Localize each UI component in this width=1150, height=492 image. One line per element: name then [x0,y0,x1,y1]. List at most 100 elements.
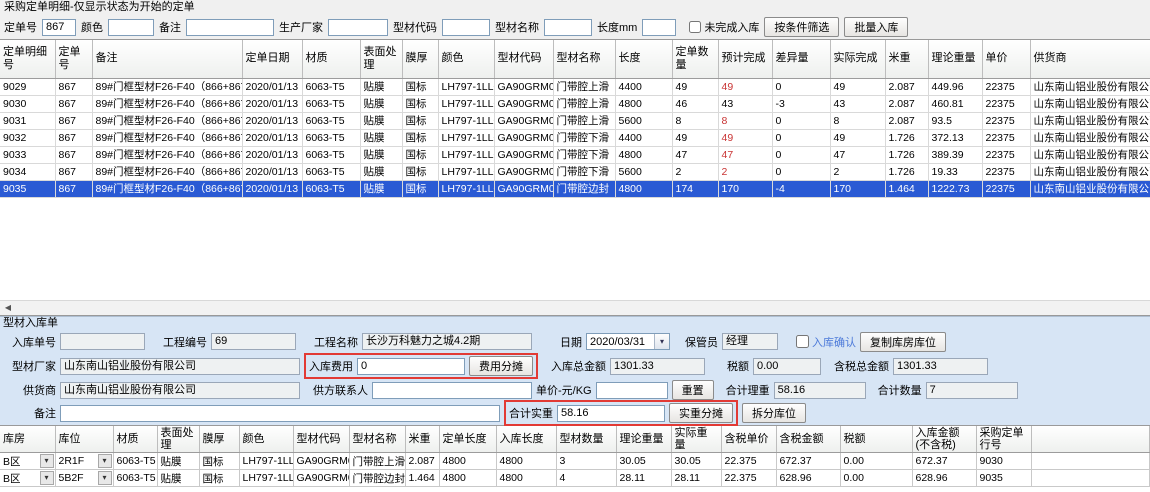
dropdown-arrow-icon[interactable]: ▾ [40,471,54,485]
order-cell: 0 [772,78,830,95]
order-cell: 1222.73 [928,180,982,197]
warehouse-cell[interactable]: 5B2F▾ [55,470,113,487]
warehouse-row[interactable]: B区▾5B2F▾6063-T5贴膜国标LH797-1LL0GA90GRM05门带… [0,470,1150,487]
fee-highlight-box: 入库费用 费用分摊 [304,353,538,379]
profile-name-input[interactable] [544,19,592,36]
warehouse-cell: 3 [556,453,616,470]
column-header[interactable]: 税额 [840,426,912,453]
column-header[interactable]: 理论重量 [928,40,982,78]
column-header[interactable]: 含税金额 [776,426,840,453]
warehouse-row[interactable]: B区▾2R1F▾6063-T5贴膜国标LH797-1LL0GA90GRM03门带… [0,453,1150,470]
order-row[interactable]: 903186789#门框型材F26-F40（866+867）2020/01/13… [0,112,1150,129]
column-header[interactable]: 理论重量 [616,426,671,453]
column-header[interactable]: 定单明细号 [0,40,55,78]
column-header[interactable]: 长度 [615,40,672,78]
warehouse-cell: 30.05 [616,453,671,470]
column-header[interactable]: 库位 [55,426,113,453]
inbound-remark-input[interactable] [60,405,500,422]
column-header[interactable]: 型材数量 [556,426,616,453]
column-header[interactable]: 表面处理 [157,426,199,453]
order-cell: GA90GRM04 [494,163,553,180]
order-row[interactable]: 903286789#门框型材F26-F40（866+867）2020/01/13… [0,129,1150,146]
column-header[interactable]: 备注 [92,40,242,78]
dropdown-arrow-icon[interactable]: ▾ [98,471,112,485]
profile-code-input[interactable] [442,19,490,36]
inbound-confirm-checkbox[interactable] [796,335,809,348]
remark-input[interactable] [186,19,274,36]
date-input[interactable]: 2020/03/31 ▾ [586,333,670,350]
column-header[interactable]: 型材代码 [293,426,349,453]
column-header[interactable]: 库房 [0,426,55,453]
column-header[interactable]: 材质 [113,426,157,453]
column-header[interactable]: 定单长度 [439,426,496,453]
color-input[interactable] [108,19,154,36]
fee-share-button[interactable]: 费用分摊 [469,356,533,376]
order-cell: 4800 [615,146,672,163]
filter-by-condition-button[interactable]: 按条件筛选 [764,17,839,37]
order-row[interactable]: 903486789#门框型材F26-F40（866+867）2020/01/13… [0,163,1150,180]
order-cell: 2.087 [885,78,928,95]
order-cell: 4400 [615,129,672,146]
unit-price-input[interactable] [596,382,668,399]
order-cell: 4400 [615,78,672,95]
fee-input[interactable] [357,358,465,375]
scroll-left-arrow-icon[interactable]: ◀ [0,301,16,315]
column-header[interactable]: 颜色 [438,40,494,78]
total-qty-label: 合计数量 [870,382,922,398]
column-header[interactable]: 含税单价 [721,426,776,453]
horizontal-scrollbar[interactable]: ◀ [0,300,1150,315]
warehouse-cell[interactable]: 2R1F▾ [55,453,113,470]
order-cell: 国标 [402,129,438,146]
column-header[interactable]: 膜厚 [199,426,239,453]
column-header[interactable]: 米重 [885,40,928,78]
warehouse-cell[interactable]: B区▾ [0,453,55,470]
column-header[interactable]: 型材名称 [349,426,405,453]
column-header[interactable]: 入库金额(不含税) [912,426,976,453]
order-row[interactable]: 903086789#门框型材F26-F40（866+867）2020/01/13… [0,95,1150,112]
dropdown-arrow-icon[interactable]: ▾ [98,454,112,468]
filter-bar: 定单号 颜色 备注 生产厂家 型材代码 型材名称 长度mm 未完成入库 按条件筛… [0,15,1150,39]
column-header[interactable]: 单价 [982,40,1030,78]
column-header[interactable]: 入库长度 [496,426,556,453]
column-header[interactable]: 预计完成 [718,40,772,78]
length-input[interactable] [642,19,676,36]
column-header[interactable]: 实际重量 [671,426,721,453]
manufacturer-input[interactable] [328,19,388,36]
unfinished-checkbox[interactable] [689,21,701,33]
warehouse-cell: 2.087 [405,453,439,470]
column-header[interactable]: 颜色 [239,426,293,453]
order-cell: 8 [718,112,772,129]
actual-weight-input[interactable] [557,405,665,422]
order-cell: 4800 [615,95,672,112]
column-header[interactable]: 定单数量 [672,40,718,78]
order-no-input[interactable] [42,19,76,36]
supplier-contact-input[interactable] [372,382,532,399]
weight-share-button[interactable]: 实重分摊 [669,403,733,423]
column-header[interactable]: 表面处理 [360,40,402,78]
reset-button[interactable]: 重置 [672,380,714,400]
order-row[interactable]: 902986789#门框型材F26-F40（866+867）2020/01/13… [0,78,1150,95]
column-header[interactable]: 型材代码 [494,40,553,78]
copy-warehouse-location-button[interactable]: 复制库房库位 [860,332,946,352]
column-header[interactable]: 实际完成 [830,40,885,78]
order-cell: 93.5 [928,112,982,129]
batch-inbound-button[interactable]: 批量入库 [844,17,908,37]
warehouse-cell: LH797-1LL0 [239,470,293,487]
split-location-button[interactable]: 拆分库位 [742,403,806,423]
dropdown-arrow-icon[interactable]: ▾ [40,454,54,468]
order-row[interactable]: 903386789#门框型材F26-F40（866+867）2020/01/13… [0,146,1150,163]
warehouse-cell: 国标 [199,470,239,487]
warehouse-cell: 22.375 [721,453,776,470]
column-header[interactable]: 定单日期 [242,40,302,78]
column-header[interactable]: 米重 [405,426,439,453]
warehouse-cell[interactable]: B区▾ [0,470,55,487]
column-header[interactable]: 定单号 [55,40,92,78]
order-row[interactable]: 903586789#门框型材F26-F40（866+867）2020/01/13… [0,180,1150,197]
column-header[interactable]: 材质 [302,40,360,78]
column-header[interactable]: 差异量 [772,40,830,78]
column-header[interactable]: 膜厚 [402,40,438,78]
column-header[interactable]: 采购定单行号 [976,426,1031,453]
column-header[interactable]: 型材名称 [553,40,615,78]
column-header[interactable]: 供货商 [1030,40,1150,78]
date-dropdown-icon[interactable]: ▾ [654,334,669,349]
